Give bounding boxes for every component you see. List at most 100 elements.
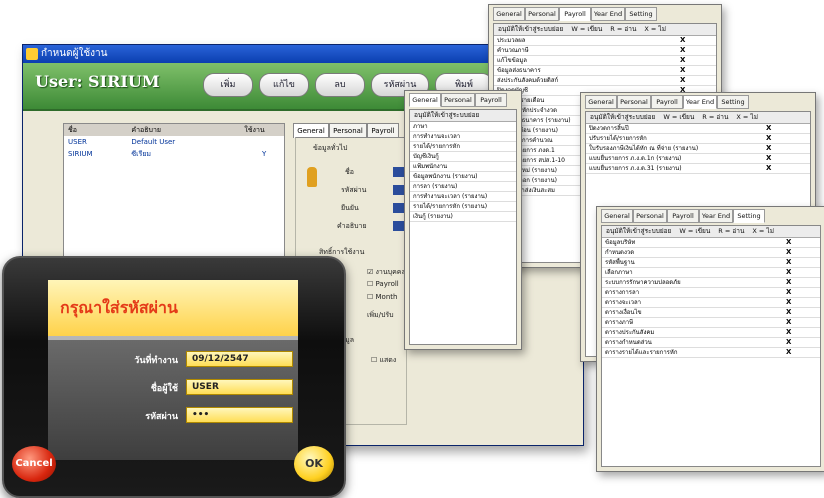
cancel-button[interactable]: Cancel — [12, 446, 56, 482]
username-input[interactable]: USER — [186, 379, 293, 395]
tab-payroll[interactable]: Payroll — [367, 123, 399, 138]
deny-mark[interactable]: X — [766, 144, 771, 153]
permission-label: ปรับรายได้/รายการหัก — [589, 135, 647, 142]
table-row[interactable]: การลา (รายงาน) — [410, 182, 516, 192]
deny-mark[interactable]: X — [786, 308, 791, 317]
tab-payroll[interactable]: Payroll — [651, 95, 683, 109]
table-row[interactable]: SIRIUM ซีเรียม Y — [64, 148, 284, 160]
checkbox-payroll[interactable]: ☐ Payroll — [367, 280, 399, 288]
tab-setting[interactable]: Setting — [625, 7, 657, 21]
tab-year-end[interactable]: Year End — [591, 7, 625, 21]
tab-payroll[interactable]: Payroll — [667, 209, 699, 223]
deny-mark[interactable]: X — [786, 338, 791, 347]
tab-general[interactable]: General — [585, 95, 617, 109]
permission-table[interactable]: อนุมัติให้เข้าสู่ระบบย่อย ภาษา การทำงานจะเ… — [409, 109, 517, 345]
table-row[interactable]: บัญชีเงินกู้ — [410, 152, 516, 162]
table-row[interactable]: ข้อมูลส่งธนาคาร X — [494, 66, 716, 76]
table-row[interactable]: การทำงานจะเวลา — [410, 132, 516, 142]
table-row[interactable]: ข้อมูลบริษัท X — [602, 238, 820, 248]
table-row[interactable]: แบบยื่นรายการ ภ.ง.ด.1ก (รายงาน) X — [586, 154, 810, 164]
deny-mark[interactable]: X — [766, 154, 771, 163]
table-row[interactable]: ภาษา — [410, 122, 516, 132]
table-row[interactable]: ปรับรายได้/รายการหัก X — [586, 134, 810, 144]
deny-mark[interactable]: X — [766, 124, 771, 133]
deny-mark[interactable]: X — [680, 76, 685, 85]
permission-table[interactable]: อนุมัติให้เข้าสู่ระบบย่อย W = เขียน R = อ่… — [601, 225, 821, 467]
table-row[interactable]: ตารางภาษี X — [602, 318, 820, 328]
table-row[interactable]: ข้อมูลพนักงาน (รายงาน) — [410, 172, 516, 182]
table-row[interactable]: ประมวลผล X — [494, 36, 716, 46]
tab-year-end[interactable]: Year End — [683, 95, 717, 109]
table-row[interactable]: รายได้/รายการหัก — [410, 142, 516, 152]
table-row[interactable]: การทำงานจะเวลา (รายงาน) — [410, 192, 516, 202]
deny-mark[interactable]: X — [786, 288, 791, 297]
tab-setting[interactable]: Setting — [717, 95, 749, 109]
table-row[interactable]: แก้ไขข้อมูล X — [494, 56, 716, 66]
tab-payroll[interactable]: Payroll — [475, 93, 507, 107]
deny-mark[interactable]: X — [766, 134, 771, 143]
checkbox-show[interactable]: ☐ แสดง — [371, 355, 396, 366]
add-button[interactable]: เพิ่ม — [203, 73, 253, 97]
deny-mark[interactable]: X — [786, 278, 791, 287]
checkbox-personal[interactable]: ☑ งานบุคคล — [367, 267, 406, 278]
ok-button[interactable]: OK — [294, 446, 334, 482]
deny-mark[interactable]: X — [680, 36, 685, 45]
table-row[interactable]: ปิดงวดการสิ้นปี X — [586, 124, 810, 134]
permission-label: เงินกู้ (รายงาน) — [413, 213, 453, 220]
permission-table-header: อนุมัติให้เข้าสู่ระบบย่อย W = เขียน R = อ่… — [586, 112, 810, 124]
work-date-input[interactable]: 09/12/2547 — [186, 351, 293, 367]
tab-personal[interactable]: Personal — [633, 209, 667, 223]
deny-mark[interactable]: X — [786, 258, 791, 267]
table-row[interactable]: กำหนดงวด X — [602, 248, 820, 258]
permission-panel: General Personal Payroll อนุมัติให้เข้าสู่ร… — [404, 90, 522, 350]
table-row[interactable]: ระบบการรักษาความปลอดภัย X — [602, 278, 820, 288]
deny-mark[interactable]: X — [766, 164, 771, 173]
deny-mark[interactable]: X — [786, 238, 791, 247]
table-row[interactable]: ตารางการลา X — [602, 288, 820, 298]
deny-mark[interactable]: X — [680, 66, 685, 75]
deny-mark[interactable]: X — [680, 46, 685, 55]
tab-general[interactable]: General — [493, 7, 525, 21]
table-row[interactable]: ตารางรายได้และรายการหัก X — [602, 348, 820, 358]
tab-general[interactable]: General — [409, 93, 441, 107]
tab-personal[interactable]: Personal — [441, 93, 475, 107]
table-row[interactable]: รายได้/รายการหัก (รายงาน) — [410, 202, 516, 212]
table-row[interactable]: แบบยื่นรายการ ภ.ง.ด.31 (รายงาน) X — [586, 164, 810, 174]
checkbox-month[interactable]: ☐ Month — [367, 293, 397, 301]
tab-setting[interactable]: Setting — [733, 209, 765, 223]
work-date-label: วันที่ทำงาน — [134, 356, 178, 366]
table-row[interactable]: ตารางเงื่อนไข X — [602, 308, 820, 318]
tab-personal[interactable]: Personal — [329, 123, 367, 138]
table-row[interactable]: เลือกภาษา X — [602, 268, 820, 278]
table-row[interactable]: รหัสพื้นฐาน X — [602, 258, 820, 268]
checkbox-show-label: แสดง — [379, 356, 397, 364]
table-row[interactable]: ส่งประกันสังคมด้วยดิสก์ X — [494, 76, 716, 86]
table-row[interactable]: ใบรับรองภาษีเงินได้หัก ณ ที่จ่าย (รายงาน… — [586, 144, 810, 154]
deny-mark[interactable]: X — [786, 298, 791, 307]
deny-mark[interactable]: X — [786, 268, 791, 277]
tab-personal[interactable]: Personal — [617, 95, 651, 109]
login-panel: กรุณาใส่รหัสผ่าน วันที่ทำงาน 09/12/2547 … — [48, 280, 298, 460]
table-row[interactable]: คำนวณภาษี X — [494, 46, 716, 56]
tab-general[interactable]: General — [601, 209, 633, 223]
deny-mark[interactable]: X — [786, 248, 791, 257]
table-row[interactable]: เงินกู้ (รายงาน) — [410, 212, 516, 222]
deny-mark[interactable]: X — [786, 328, 791, 337]
table-row[interactable]: ตารางประกันสังคม X — [602, 328, 820, 338]
tab-general[interactable]: General — [293, 123, 329, 138]
deny-mark[interactable]: X — [786, 348, 791, 357]
permission-label: แบบยื่นรายการ ภ.ง.ด.31 (รายงาน) — [589, 165, 682, 172]
delete-button[interactable]: ลบ — [315, 73, 365, 97]
tab-personal[interactable]: Personal — [525, 7, 559, 21]
table-row[interactable]: ตารางกำหนดส่วน X — [602, 338, 820, 348]
table-row[interactable]: USER Default User — [64, 136, 284, 148]
password-input[interactable]: ••• — [186, 407, 293, 423]
tab-year-end[interactable]: Year End — [699, 209, 733, 223]
deny-mark[interactable]: X — [786, 318, 791, 327]
edit-button[interactable]: แก้ไข — [259, 73, 309, 97]
tab-payroll[interactable]: Payroll — [559, 7, 591, 21]
deny-mark[interactable]: X — [680, 56, 685, 65]
table-row[interactable]: ตารางจะเวลา X — [602, 298, 820, 308]
table-row[interactable]: แฟ้มพนักงาน — [410, 162, 516, 172]
row-name: SIRIUM — [68, 150, 93, 158]
